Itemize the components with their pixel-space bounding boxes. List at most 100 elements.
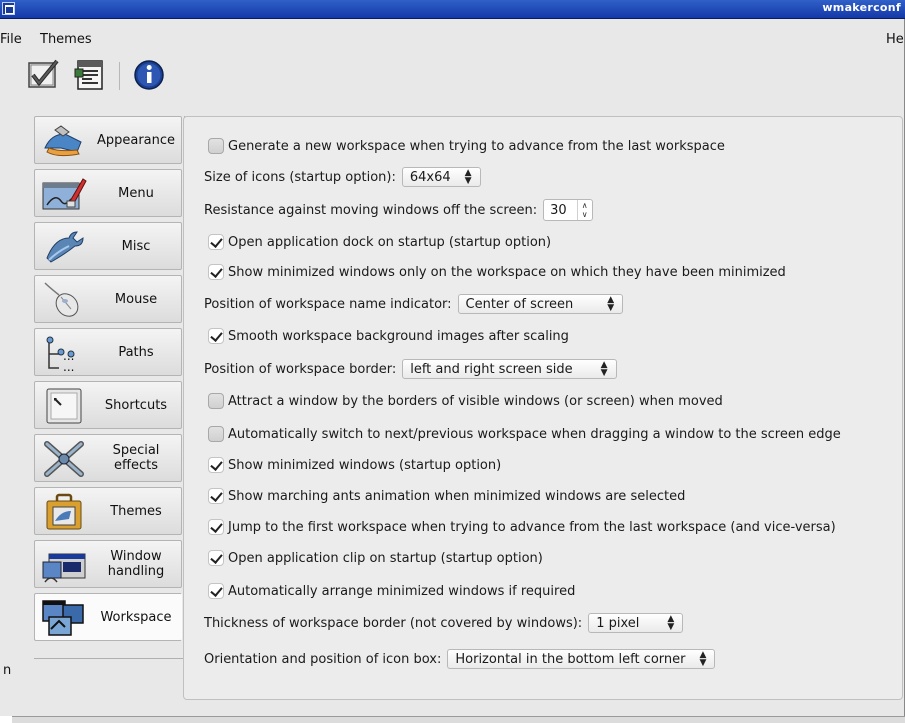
toolbar bbox=[0, 54, 905, 94]
option-label: Jump to the first workspace when trying … bbox=[228, 519, 836, 535]
resistance-spinbox[interactable]: 30 ∧ ∨ bbox=[543, 199, 593, 221]
name-indicator-select[interactable]: Center of screen ▲ ▼ bbox=[457, 294, 624, 314]
workspace-icon bbox=[42, 600, 84, 636]
checkbox[interactable] bbox=[208, 393, 224, 409]
option-generate-new-workspace[interactable]: Generate a new workspace when trying to … bbox=[208, 134, 725, 158]
sidebar-item-label: Appearance bbox=[96, 132, 176, 148]
sidebar-item-mouse[interactable]: Mouse bbox=[34, 275, 182, 323]
sidebar-item-menu[interactable]: Menu bbox=[34, 169, 182, 217]
option-auto-switch-workspace[interactable]: Automatically switch to next/previous wo… bbox=[208, 422, 841, 446]
sidebar-item-shortcuts[interactable]: Shortcuts bbox=[34, 381, 182, 429]
sidebar-item-workspace[interactable]: Workspace bbox=[34, 593, 182, 641]
option-label: Size of icons (startup option): bbox=[204, 169, 396, 185]
info-icon bbox=[134, 60, 164, 90]
sidebar-item-label: Paths bbox=[118, 344, 154, 360]
icon-size-select[interactable]: 64x64 ▲ ▼ bbox=[401, 167, 481, 187]
option-resistance: Resistance against moving windows off th… bbox=[204, 198, 593, 222]
sidebar-item-label: Window handling bbox=[107, 549, 165, 579]
sidebar-item-label: Special effects bbox=[112, 443, 160, 473]
window-handling-icon bbox=[42, 553, 86, 583]
sidebar-item-label: Mouse bbox=[114, 291, 158, 307]
apply-button[interactable] bbox=[26, 58, 62, 92]
option-minimized-on-workspace[interactable]: Show minimized windows only on the works… bbox=[208, 260, 786, 284]
mouse-icon bbox=[44, 282, 79, 317]
appearance-icon bbox=[44, 125, 82, 157]
checkbox[interactable] bbox=[208, 519, 224, 535]
title-bar[interactable]: wmakerconf bbox=[0, 0, 905, 19]
option-label: Position of workspace name indicator: bbox=[204, 296, 452, 312]
check-icon bbox=[28, 59, 59, 88]
svg-text:...: ... bbox=[63, 360, 74, 372]
suitcase-icon bbox=[46, 493, 82, 530]
option-border-position: Position of workspace border: left and r… bbox=[204, 357, 617, 381]
chevron-up-down-icon: ▲ ▼ bbox=[607, 295, 615, 313]
chevron-up-down-icon: ▲ ▼ bbox=[600, 360, 608, 378]
section-sidebar: Appearance Menu Misc Mouse ... ... Paths… bbox=[34, 116, 185, 659]
wmakerconf-window: wmakerconf File Themes Hel bbox=[0, 0, 905, 716]
keyboard-key-icon bbox=[46, 388, 82, 424]
option-attract-window[interactable]: Attract a window by the borders of visib… bbox=[208, 389, 723, 413]
option-border-thickness: Thickness of workspace border (not cover… bbox=[204, 611, 684, 635]
menu-bar: File Themes Hel bbox=[0, 32, 905, 50]
window-menu-icon[interactable] bbox=[2, 2, 15, 15]
option-label: Show minimized windows only on the works… bbox=[228, 264, 786, 280]
spin-value[interactable]: 30 bbox=[544, 203, 577, 218]
sidebar-item-label: Misc bbox=[121, 238, 151, 254]
checkbox[interactable] bbox=[208, 550, 224, 566]
sidebar-item-special-effects[interactable]: Special effects bbox=[34, 434, 182, 482]
checkbox[interactable] bbox=[208, 234, 224, 250]
sidebar-item-window-handling[interactable]: Window handling bbox=[34, 540, 182, 588]
border-thickness-select[interactable]: 1 pixel ▲ ▼ bbox=[588, 613, 684, 633]
option-icon-size: Size of icons (startup option): 64x64 ▲ ▼ bbox=[204, 165, 481, 189]
checkbox[interactable] bbox=[208, 426, 224, 442]
menu-file[interactable]: File bbox=[0, 32, 22, 47]
spin-arrows-icon[interactable]: ∧ ∨ bbox=[576, 200, 592, 220]
chevron-up-down-icon: ▲ ▼ bbox=[464, 168, 472, 186]
option-smooth-background[interactable]: Smooth workspace background images after… bbox=[208, 324, 569, 348]
option-label: Open application clip on startup (startu… bbox=[228, 550, 543, 566]
menu-help[interactable]: Hel bbox=[886, 32, 905, 47]
menu-themes[interactable]: Themes bbox=[40, 32, 92, 47]
checkbox[interactable] bbox=[208, 583, 224, 599]
sidebar-item-appearance[interactable]: Appearance bbox=[34, 116, 182, 164]
document-icon bbox=[74, 60, 103, 90]
toolbar-separator bbox=[119, 62, 120, 90]
option-label: Show minimized windows (startup option) bbox=[228, 457, 502, 473]
option-label: Smooth workspace background images after… bbox=[228, 328, 569, 344]
checkbox[interactable] bbox=[208, 457, 224, 473]
window-title: wmakerconf bbox=[822, 1, 901, 14]
sidebar-item-misc[interactable]: Misc bbox=[34, 222, 182, 270]
sidebar-item-themes[interactable]: Themes bbox=[34, 487, 182, 535]
option-label: Thickness of workspace border (not cover… bbox=[204, 615, 583, 631]
sidebar-item-label: Workspace bbox=[100, 609, 172, 625]
option-label: Attract a window by the borders of visib… bbox=[228, 393, 723, 409]
option-jump-first-workspace[interactable]: Jump to the first workspace when trying … bbox=[208, 515, 836, 539]
option-open-dock[interactable]: Open application dock on startup (startu… bbox=[208, 230, 551, 254]
menu-icon bbox=[42, 178, 87, 210]
background-text-fragment: n bbox=[3, 663, 12, 678]
checkbox[interactable] bbox=[208, 264, 224, 280]
option-show-minimized[interactable]: Show minimized windows (startup option) bbox=[208, 453, 501, 477]
option-label: Resistance against moving windows off th… bbox=[204, 202, 538, 218]
info-button[interactable] bbox=[132, 58, 168, 92]
checkbox[interactable] bbox=[208, 138, 224, 154]
option-label: Orientation and position of icon box: bbox=[204, 651, 442, 667]
option-marching-ants[interactable]: Show marching ants animation when minimi… bbox=[208, 484, 685, 508]
wrench-icon bbox=[46, 231, 84, 263]
chevron-up-down-icon: ▲ ▼ bbox=[667, 614, 675, 632]
sidebar-item-label: Shortcuts bbox=[104, 397, 168, 413]
icon-box-position-select[interactable]: Horizontal in the bottom left corner ▲ ▼ bbox=[447, 649, 716, 669]
checkbox[interactable] bbox=[208, 328, 224, 344]
checkbox[interactable] bbox=[208, 488, 224, 504]
option-label: Generate a new workspace when trying to … bbox=[228, 138, 725, 154]
option-arrange-minimized[interactable]: Automatically arrange minimized windows … bbox=[208, 579, 575, 603]
sidebar-item-label: Themes bbox=[110, 503, 162, 519]
option-open-clip[interactable]: Open application clip on startup (startu… bbox=[208, 546, 543, 570]
sidebar-item-label: Menu bbox=[118, 185, 154, 201]
sidebar-item-paths[interactable]: ... ... Paths bbox=[34, 328, 182, 376]
option-label: Show marching ants animation when minimi… bbox=[228, 488, 686, 504]
workspace-settings-panel: Generate a new workspace when trying to … bbox=[183, 116, 903, 700]
save-button[interactable] bbox=[72, 58, 108, 92]
option-label: Automatically arrange minimized windows … bbox=[228, 583, 576, 599]
border-position-select[interactable]: left and right screen side ▲ ▼ bbox=[402, 359, 617, 379]
